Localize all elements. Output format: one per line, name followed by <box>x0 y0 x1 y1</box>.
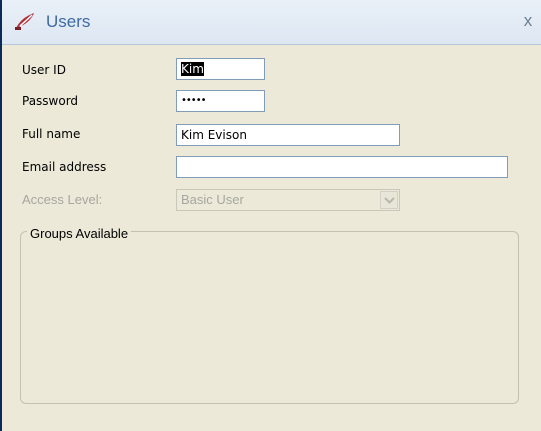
password-input[interactable]: ••••• <box>176 90 265 112</box>
title-bar: Users x <box>2 0 541 45</box>
email-input[interactable] <box>176 156 508 178</box>
users-app-icon <box>14 11 38 31</box>
access-level-label: Access Level: <box>22 192 103 207</box>
groups-available-box <box>20 231 519 404</box>
groups-available-legend: Groups Available <box>27 226 132 241</box>
user-id-value: Kim <box>181 62 204 76</box>
password-label: Password <box>22 94 79 108</box>
access-level-select[interactable]: Basic User <box>176 189 400 211</box>
users-window: Users x User ID Kim Password ••••• Full … <box>0 0 541 431</box>
full-name-input[interactable]: Kim Evison <box>176 124 400 146</box>
full-name-label: Full name <box>22 127 81 141</box>
close-icon[interactable]: x <box>519 11 537 31</box>
chevron-down-icon[interactable] <box>380 191 398 209</box>
window-title: Users <box>46 12 91 31</box>
user-id-label: User ID <box>22 63 66 77</box>
user-id-input[interactable]: Kim <box>176 58 265 80</box>
access-level-value: Basic User <box>181 192 244 207</box>
email-label: Email address <box>22 160 107 174</box>
